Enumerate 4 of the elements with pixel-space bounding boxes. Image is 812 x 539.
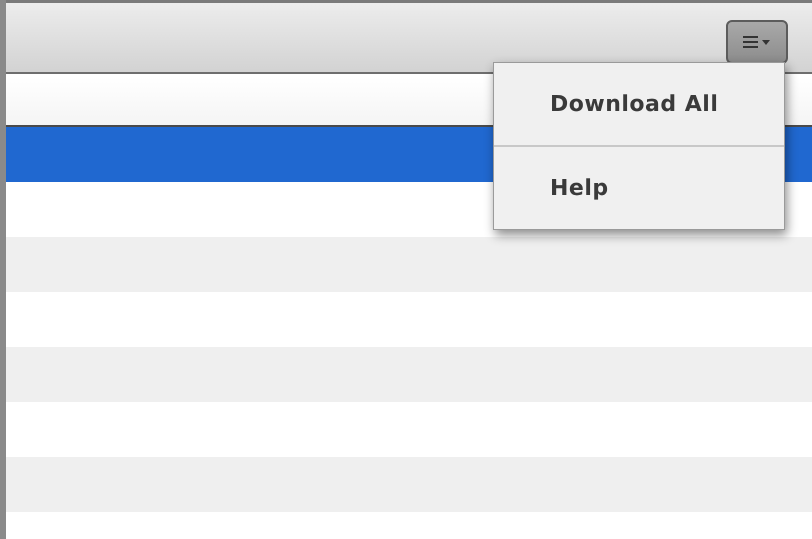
menu-icon — [743, 34, 771, 50]
menu-button[interactable] — [726, 20, 788, 64]
menu-item[interactable]: Download All — [494, 63, 784, 145]
menu-item[interactable]: Help — [494, 145, 784, 229]
